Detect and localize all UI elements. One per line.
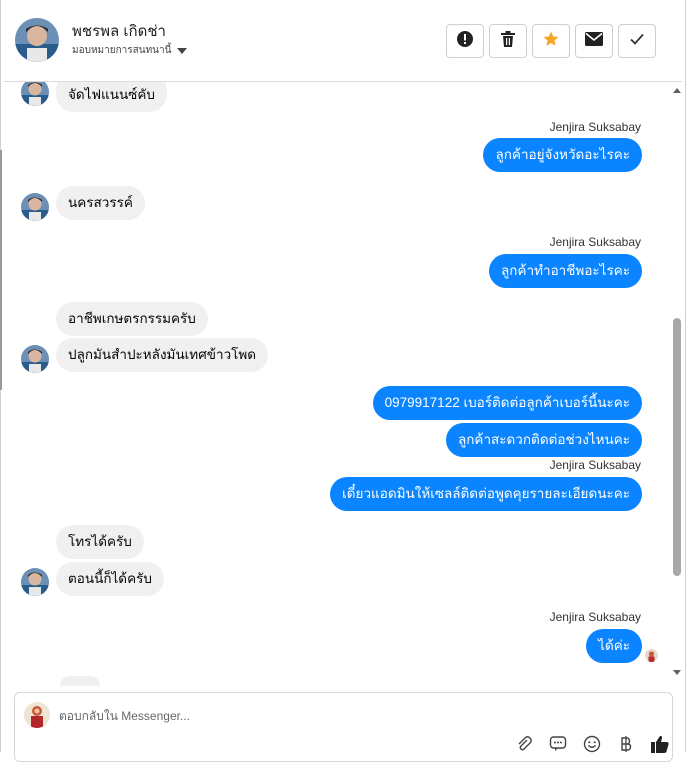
baht-icon xyxy=(619,735,633,758)
contact-avatar-small xyxy=(21,568,49,596)
message-bubble[interactable]: อาชีพเกษตรกรรมครับ xyxy=(56,302,208,336)
sender-name: Jenjira Suksabay xyxy=(549,458,641,472)
message-bubble[interactable]: ตอนนี้ก็ได้ครับ xyxy=(56,562,164,596)
scroll-down-arrow-icon[interactable] xyxy=(673,670,681,675)
message-bubble[interactable]: เดี๋ยวแอดมินให้เซลล์ติดต่อพูดคุยรายละเอี… xyxy=(330,477,642,511)
page-avatar xyxy=(24,702,50,728)
incoming-message: ปลูกมันสำปะหลังมันเทศข้าวโพด xyxy=(56,338,269,372)
alert-icon xyxy=(456,30,474,53)
like-button[interactable] xyxy=(649,735,671,757)
outgoing-message: ลูกค้าสะดวกติดต่อช่วงไหนคะ xyxy=(445,423,642,457)
seen-avatar xyxy=(645,649,658,662)
outgoing-message: 0979917122 เบอร์ติดต่อลูกค้าเบอร์นี้นะคะ xyxy=(372,386,642,420)
message-bubble[interactable]: โทรได้ครับ xyxy=(56,525,144,559)
star-button[interactable] xyxy=(532,24,570,58)
message-bubble[interactable]: ปลูกมันสำปะหลังมันเทศข้าวโพด xyxy=(56,338,269,372)
scrollbar-thumb[interactable] xyxy=(673,318,681,576)
trash-icon xyxy=(500,30,516,53)
check-icon xyxy=(629,32,645,51)
emoji-icon xyxy=(583,735,601,758)
incoming-message: นครสวรรค์ xyxy=(56,186,145,220)
mark-unread-button[interactable] xyxy=(575,24,613,58)
chevron-down-icon xyxy=(177,47,188,54)
assign-conversation-dropdown[interactable]: มอบหมายการสนทนานี้ xyxy=(72,43,188,58)
outgoing-message: ลูกค้าทำอาชีพอะไรคะ xyxy=(489,254,642,288)
scroll-up-arrow-icon[interactable] xyxy=(673,88,681,93)
star-icon xyxy=(542,30,560,53)
sender-name: Jenjira Suksabay xyxy=(549,610,641,624)
reply-input[interactable]: ตอบกลับใน Messenger... xyxy=(59,707,190,726)
composer-tools xyxy=(513,735,671,757)
contact-avatar-small xyxy=(21,345,49,373)
mark-done-button[interactable] xyxy=(618,24,656,58)
message-bubble[interactable]: ได้ค่ะ xyxy=(586,629,642,663)
attach-button[interactable] xyxy=(513,735,535,757)
incoming-message: จัดไฟแนนซ์คับ xyxy=(56,82,167,112)
incoming-message: โทรได้ครับ xyxy=(56,525,144,559)
message-bubble[interactable]: นครสวรรค์ xyxy=(56,186,145,220)
message-bubble[interactable]: ลูกค้าทำอาชีพอะไรคะ xyxy=(489,254,642,288)
message-bubble[interactable]: 0979917122 เบอร์ติดต่อลูกค้าเบอร์นี้นะคะ xyxy=(372,386,642,420)
partial-message-bubble xyxy=(60,676,100,686)
message-list[interactable]: จัดไฟแนนซ์คับ Jenjira Suksabay ลูกค้าอยู… xyxy=(4,82,670,684)
window-edge xyxy=(0,150,2,390)
contact-avatar-small xyxy=(21,193,49,221)
outgoing-message: ลูกค้าอยู่จังหวัดอะไรคะ xyxy=(483,138,642,172)
sender-name: Jenjira Suksabay xyxy=(549,120,641,134)
payment-button[interactable] xyxy=(615,735,637,757)
sticker-icon xyxy=(549,735,567,758)
message-bubble[interactable]: ลูกค้าอยู่จังหวัดอะไรคะ xyxy=(483,138,642,172)
outgoing-message: ได้ค่ะ xyxy=(586,629,642,663)
incoming-message: อาชีพเกษตรกรรมครับ xyxy=(56,302,208,336)
emoji-button[interactable] xyxy=(581,735,603,757)
contact-avatar[interactable] xyxy=(15,18,59,62)
paperclip-icon xyxy=(515,735,533,758)
assign-label: มอบหมายการสนทนานี้ xyxy=(72,45,172,56)
outgoing-message: เดี๋ยวแอดมินให้เซลล์ติดต่อพูดคุยรายละเอี… xyxy=(330,477,642,511)
mark-spam-button[interactable] xyxy=(446,24,484,58)
saved-replies-button[interactable] xyxy=(547,735,569,757)
conversation-header: พชรพล เกิดช่า มอบหมายการสนทนานี้ xyxy=(4,0,682,82)
sender-name: Jenjira Suksabay xyxy=(549,235,641,249)
contact-name[interactable]: พชรพล เกิดช่า xyxy=(72,19,166,43)
message-bubble[interactable]: ลูกค้าสะดวกติดต่อช่วงไหนคะ xyxy=(445,423,642,457)
message-bubble[interactable]: จัดไฟแนนซ์คับ xyxy=(56,82,167,112)
incoming-message: ตอนนี้ก็ได้ครับ xyxy=(56,562,164,596)
contact-avatar-small xyxy=(21,82,49,106)
thumbs-up-icon xyxy=(650,734,670,759)
mail-icon xyxy=(585,31,603,51)
delete-button[interactable] xyxy=(489,24,527,58)
header-actions xyxy=(446,24,656,58)
